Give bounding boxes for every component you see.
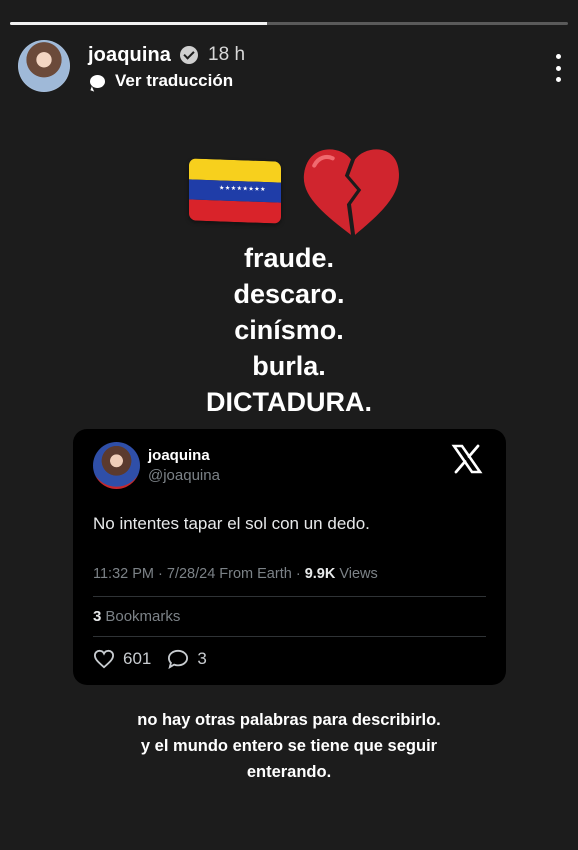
tweet-avatar [93,442,140,489]
verified-badge-icon [180,46,199,64]
tweet-card[interactable]: joaquina @joaquina No intentes tapar el … [73,429,506,685]
x-logo-icon [451,444,483,474]
tweet-author-name: joaquina [148,447,210,464]
tweet-text: No intentes tapar el sol con un dedo. [93,514,370,533]
more-options-icon[interactable] [553,54,563,82]
bookmarks-count: 3 [93,608,102,625]
story-timestamp: 18 h [208,44,246,65]
tweet-author-handle: @joaquina [148,467,220,484]
venezuela-flag-icon: ★★★★★★★★ [189,158,281,224]
bookmarks-label: Bookmarks [105,608,181,625]
reply-bubble-icon [168,649,189,669]
tweet-views-count: 9.9K [304,566,336,582]
reply-button[interactable]: 3 [167,649,207,669]
caption-line: y el mundo entero se tiene que seguir [140,737,438,755]
avatar[interactable] [18,40,70,92]
word-line: cinísmo. [234,315,344,345]
tweet-meta: 11:32 PM · 7/28/24 From Earth · 9.9K Vie… [93,566,378,582]
tweet-timestamp: 11:32 PM · 7/28/24 From Earth · [93,566,305,582]
word-line: fraude. [243,243,335,273]
tweet-views-label: Views [339,566,378,582]
story-caption: no hay otras palabras para describirlo. … [0,707,578,785]
divider [93,636,486,637]
heart-icon [93,649,115,669]
speech-bubble-icon [90,74,105,88]
caption-line: enterando. [246,763,332,781]
see-translation-button[interactable]: Ver traducción [90,71,233,91]
divider [93,596,486,597]
like-button[interactable]: 601 [93,649,151,669]
see-translation-label: Ver traducción [115,71,234,90]
word-line: burla. [252,351,326,381]
story-progress-fill [10,22,267,25]
caption-line: no hay otras palabras para describirlo. [137,711,441,729]
word-line: descaro. [233,279,345,309]
word-line: DICTADURA. [206,387,372,417]
story-progress-bar [10,22,568,25]
likes-count: 601 [123,649,152,668]
replies-count: 3 [197,649,207,668]
tweet-actions: 601 3 [93,649,223,669]
broken-heart-icon [303,149,399,235]
story-header: joaquina 18 h Ver traducción [18,40,563,96]
story-username[interactable]: joaquina [88,44,171,67]
tweet-bookmarks: 3 Bookmarks [93,608,180,625]
story-words: fraude. descaro. cinísmo. burla. DICTADU… [0,240,578,420]
